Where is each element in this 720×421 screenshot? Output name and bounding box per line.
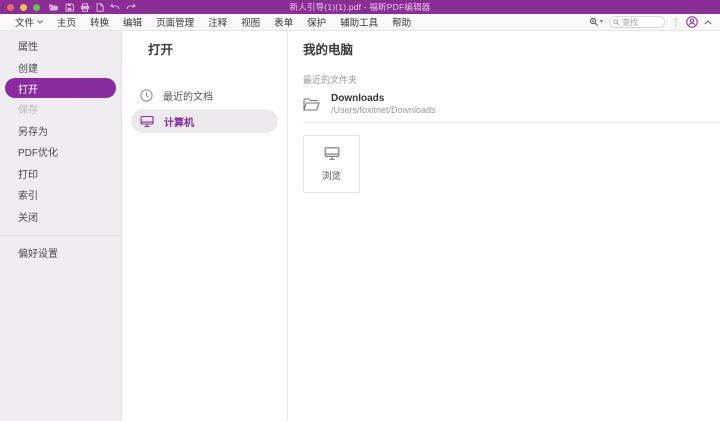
sidebar-item-create[interactable]: 创建 [0, 57, 121, 79]
chevron-down-icon [37, 20, 43, 24]
folder-name: Downloads [331, 93, 436, 104]
sidebar-item-save-as-label: 另存为 [18, 123, 48, 138]
search-icon [613, 19, 620, 26]
sidebar-item-close-label: 关闭 [18, 209, 38, 224]
menu-home-label: 主页 [57, 15, 76, 29]
sidebar-item-print-label: 打印 [18, 166, 38, 181]
sidebar-item-print[interactable]: 打印 [0, 163, 121, 185]
print-icon[interactable] [80, 3, 90, 12]
sidebar-item-index-label: 索引 [18, 187, 38, 202]
menu-comment[interactable]: 注释 [208, 15, 227, 29]
account-button[interactable] [686, 16, 698, 28]
sidebar-item-create-label: 创建 [18, 60, 38, 75]
menu-edit-label: 编辑 [123, 15, 142, 29]
close-window-button[interactable] [7, 4, 14, 11]
account-icon [686, 16, 698, 28]
redo-icon[interactable] [126, 3, 136, 11]
quick-access-toolbar [48, 3, 136, 12]
computer-browse-icon [324, 146, 340, 161]
zoom-window-button[interactable] [33, 4, 40, 11]
menu-file-label: 文件 [15, 15, 34, 29]
menu-accessibility-tools-label: 辅助工具 [340, 15, 378, 29]
advanced-search-button[interactable]: ▾ [589, 17, 603, 27]
new-document-icon[interactable] [96, 3, 104, 12]
sidebar-item-open-label: 打开 [18, 81, 38, 96]
open-location-recent-documents[interactable]: 最近的文档 [131, 83, 278, 107]
folder-path: /Users/foxitnet/Downloads [331, 105, 436, 115]
folder-info: Downloads /Users/foxitnet/Downloads [331, 93, 436, 115]
app-window: 新人引导(1)(1).pdf - 福昕PDF编辑器 文件 主页 转换 编辑 页面… [0, 0, 720, 421]
menu-form-label: 表单 [274, 15, 293, 29]
search-input[interactable] [622, 18, 661, 27]
menubar-right-controls: ▾ ⋮ [589, 16, 712, 28]
backstage-view: 属性 创建 打开 保存 另存为 PDF优化 打印 索引 关闭 偏好设置 打开 最… [0, 31, 720, 421]
sidebar-item-save: 保存 [0, 98, 121, 120]
open-file-icon[interactable] [48, 3, 59, 12]
sidebar-item-pdf-optimize-label: PDF优化 [18, 144, 58, 159]
browse-button[interactable]: 浏览 [303, 135, 360, 193]
search-options-icon [589, 17, 599, 27]
sidebar-item-save-label: 保存 [18, 101, 38, 116]
menu-form[interactable]: 表单 [274, 15, 293, 29]
menu-protect[interactable]: 保护 [307, 15, 326, 29]
menu-convert-label: 转换 [90, 15, 109, 29]
menu-convert[interactable]: 转换 [90, 15, 109, 29]
minimize-window-button[interactable] [20, 4, 27, 11]
menu-protect-label: 保护 [307, 15, 326, 29]
content-divider [303, 122, 720, 123]
sidebar-item-pdf-optimize[interactable]: PDF优化 [0, 141, 121, 163]
menu-help[interactable]: 帮助 [392, 15, 411, 29]
sidebar-item-index[interactable]: 索引 [0, 184, 121, 206]
traffic-lights [7, 4, 40, 11]
sidebar-item-save-as[interactable]: 另存为 [0, 120, 121, 142]
menu-comment-label: 注释 [208, 15, 227, 29]
computer-label: 计算机 [164, 114, 194, 129]
clock-icon [140, 89, 153, 102]
menu-accessibility-tools[interactable]: 辅助工具 [340, 15, 378, 29]
menu-file[interactable]: 文件 [15, 15, 43, 29]
sidebar-item-open[interactable]: 打开 [5, 78, 116, 98]
undo-icon[interactable] [110, 3, 120, 11]
open-panel: 打开 最近的文档 计算机 [122, 31, 288, 421]
save-icon[interactable] [65, 3, 74, 12]
chevron-up-icon [704, 20, 712, 25]
sidebar-item-close[interactable]: 关闭 [0, 206, 121, 228]
menu-view-label: 视图 [241, 15, 260, 29]
collapse-toolbar-button[interactable] [704, 20, 712, 25]
sidebar-item-properties-label: 属性 [18, 38, 38, 53]
folder-icon [303, 97, 320, 112]
menubar: 文件 主页 转换 编辑 页面管理 注释 视图 表单 保护 辅助工具 帮助 ▾ ⋮ [0, 14, 720, 31]
titlebar: 新人引导(1)(1).pdf - 福昕PDF编辑器 [0, 0, 720, 14]
file-menu-sidebar: 属性 创建 打开 保存 另存为 PDF优化 打印 索引 关闭 偏好设置 [0, 31, 122, 421]
menu-items: 文件 主页 转换 编辑 页面管理 注释 视图 表单 保护 辅助工具 帮助 [15, 15, 411, 29]
recent-documents-label: 最近的文档 [163, 88, 213, 103]
sidebar-divider [0, 235, 121, 236]
menu-page-management-label: 页面管理 [156, 15, 194, 29]
browse-label: 浏览 [322, 168, 341, 182]
content-title: 我的电脑 [303, 39, 720, 58]
menu-view[interactable]: 视图 [241, 15, 260, 29]
more-options-button[interactable]: ⋮ [671, 18, 680, 27]
recent-folder-downloads[interactable]: Downloads /Users/foxitnet/Downloads [303, 93, 720, 115]
open-locations-list: 最近的文档 计算机 [122, 83, 287, 133]
recent-folders-label: 最近的文件夹 [303, 73, 720, 86]
sidebar-item-preferences[interactable]: 偏好设置 [0, 242, 121, 264]
sidebar-item-properties[interactable]: 属性 [0, 35, 121, 57]
menu-page-management[interactable]: 页面管理 [156, 15, 194, 29]
menu-help-label: 帮助 [392, 15, 411, 29]
my-computer-panel: 我的电脑 最近的文件夹 Downloads /Users/foxitnet/Do… [288, 31, 720, 421]
menu-edit[interactable]: 编辑 [123, 15, 142, 29]
computer-icon [140, 115, 154, 128]
search-box[interactable] [609, 16, 665, 28]
open-panel-title: 打开 [148, 39, 287, 58]
caret-down-icon: ▾ [600, 19, 603, 25]
sidebar-item-preferences-label: 偏好设置 [18, 245, 58, 260]
menu-home[interactable]: 主页 [57, 15, 76, 29]
open-location-computer[interactable]: 计算机 [131, 109, 278, 133]
